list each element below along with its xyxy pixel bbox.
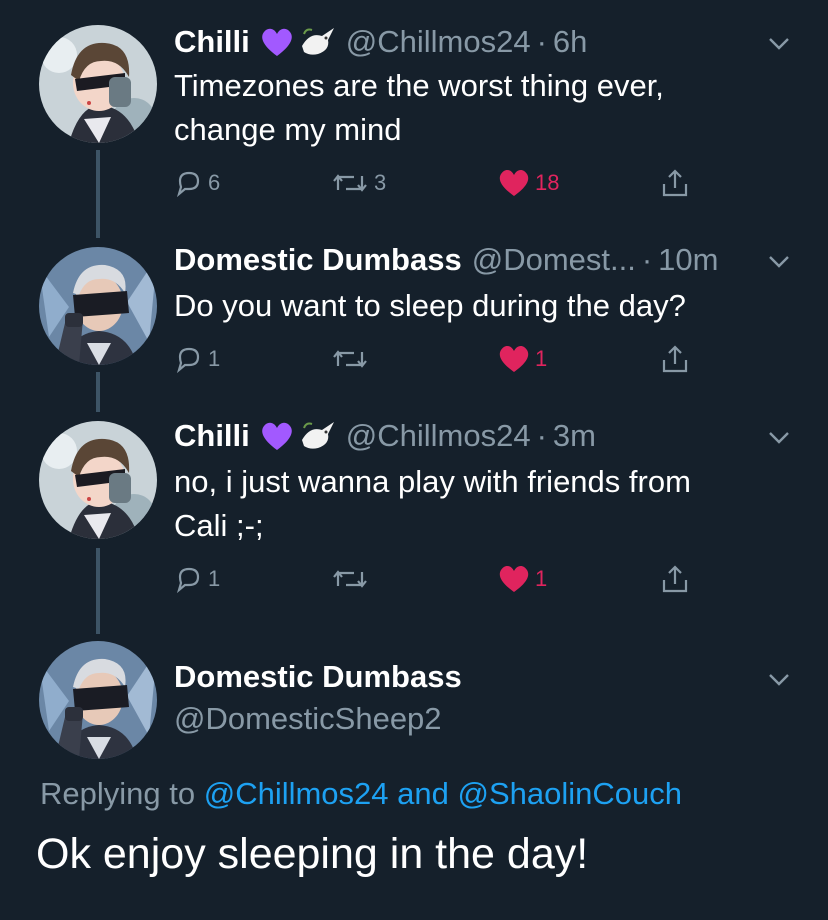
share-button[interactable] (658, 165, 692, 201)
author-handle[interactable]: @Domest... (472, 240, 636, 280)
timestamp[interactable]: 10m (658, 240, 718, 280)
tweet-text: Timezones are the worst thing ever, chan… (174, 64, 794, 152)
heart-filled-icon (499, 565, 529, 592)
reply-icon (176, 171, 200, 198)
purple-heart-icon (260, 27, 294, 57)
author-name[interactable]: Chilli (174, 416, 250, 456)
timestamp[interactable]: 6h (553, 22, 587, 62)
retweet-button[interactable] (330, 561, 370, 597)
reply-count: 6 (208, 170, 221, 195)
reply-count: 1 (208, 566, 221, 591)
tweet-text-line: Timezones are the worst thing ever, (174, 68, 664, 103)
tweet-text: no, i just wanna play with friends from … (174, 460, 794, 548)
separator-dot: · (641, 242, 653, 277)
timestamp[interactable]: 3m (553, 416, 596, 456)
author-name[interactable]: Domestic Dumbass (174, 659, 462, 695)
tweet-header: Domestic Dumbass @Domest... · 10m (174, 240, 718, 280)
mention-link[interactable]: @Chillmos24 (204, 776, 389, 811)
like-count: 18 (535, 170, 560, 195)
mention-link[interactable]: @ShaolinCouch (458, 776, 683, 811)
tweet-text-line: Do you want to sleep during the day? (174, 288, 686, 323)
like-button[interactable]: 18 (497, 165, 559, 201)
replying-prefix: Replying to (40, 776, 196, 811)
chevron-down-icon[interactable] (766, 424, 792, 450)
dove-icon (300, 26, 336, 58)
retweet-count: 3 (374, 170, 387, 195)
avatar[interactable] (39, 247, 157, 365)
author-name[interactable]: Chilli (174, 22, 250, 62)
retweet-icon (333, 174, 367, 192)
avatar[interactable] (39, 25, 157, 143)
replying-to: Replying to @Chillmos24 and @ShaolinCouc… (40, 776, 682, 812)
like-button[interactable]: 1 (497, 341, 547, 377)
thread-line (96, 150, 100, 238)
retweet-icon (333, 350, 367, 368)
share-icon (662, 345, 688, 373)
reply-button[interactable]: 1 (174, 561, 220, 597)
tweet-actions: 1 1 (174, 341, 694, 377)
avatar[interactable] (39, 641, 157, 759)
author-handle[interactable]: @DomesticSheep2 (174, 701, 442, 737)
tweet-text-line: Cali ;-; (174, 508, 264, 543)
reply-button[interactable]: 1 (174, 341, 220, 377)
thread-line (96, 372, 100, 412)
like-count: 1 (535, 346, 548, 371)
main-tweet-text: Ok enjoy sleeping in the day! (36, 830, 589, 878)
like-count: 1 (535, 566, 548, 591)
chevron-down-icon[interactable] (766, 30, 792, 56)
author-handle[interactable]: @Chillmos24 (346, 22, 531, 62)
tweet-text-line: no, i just wanna play with friends from (174, 464, 691, 499)
like-button[interactable]: 1 (497, 561, 547, 597)
tweet-header: Chilli @Chillmos24 · 3m (174, 416, 596, 456)
tweet-text-line: change my mind (174, 112, 402, 147)
chevron-down-icon[interactable] (766, 666, 792, 692)
reply-icon (176, 347, 200, 374)
heart-filled-icon (499, 169, 529, 196)
separator-dot: · (536, 418, 547, 453)
heart-filled-icon (499, 345, 529, 372)
separator-dot: · (536, 24, 547, 59)
purple-heart-icon (260, 421, 294, 451)
reply-button[interactable]: 6 (174, 165, 220, 201)
share-button[interactable] (658, 341, 692, 377)
tweet-header: Chilli @Chillmos24 · 6h (174, 22, 587, 62)
reply-icon (176, 567, 200, 594)
author-name[interactable]: Domestic Dumbass (174, 240, 462, 280)
dove-icon (300, 420, 336, 452)
retweet-icon (333, 570, 367, 588)
thread-line (96, 548, 100, 634)
tweet-text: Do you want to sleep during the day? (174, 284, 794, 328)
retweet-button[interactable]: 3 (330, 165, 386, 201)
chevron-down-icon[interactable] (766, 248, 792, 274)
share-icon (662, 565, 688, 593)
avatar[interactable] (39, 421, 157, 539)
tweet-actions: 1 1 (174, 561, 694, 597)
share-icon (662, 169, 688, 197)
and-word[interactable]: and (397, 776, 449, 811)
author-handle[interactable]: @Chillmos24 (346, 416, 531, 456)
retweet-button[interactable] (330, 341, 370, 377)
tweet-actions: 6 3 18 (174, 165, 694, 201)
reply-count: 1 (208, 346, 221, 371)
share-button[interactable] (658, 561, 692, 597)
